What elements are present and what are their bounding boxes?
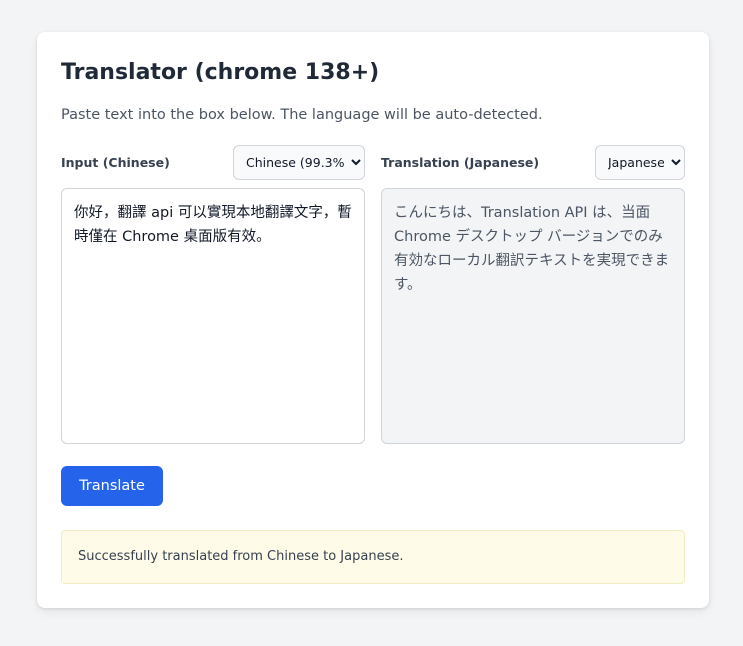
target-language-select[interactable]: Japanese	[595, 145, 685, 180]
page-title: Translator (chrome 138+)	[61, 60, 380, 85]
input-textarea[interactable]: 你好，翻譯 api 可以實現本地翻譯文字，暫時僅在 Chrome 桌面版有效。	[61, 188, 365, 444]
status-message: Successfully translated from Chinese to …	[61, 530, 685, 584]
translate-button[interactable]: Translate	[61, 466, 163, 506]
translator-card: Translator (chrome 138+) Paste text into…	[37, 32, 709, 608]
input-label: Input (Chinese)	[61, 155, 170, 170]
translation-output: こんにちは、Translation API は、当面 Chrome デスクトップ…	[381, 188, 685, 444]
source-language-select[interactable]: Chinese (99.3%)	[233, 145, 365, 180]
output-label: Translation (Japanese)	[381, 155, 540, 170]
page-subtitle: Paste text into the box below. The langu…	[61, 107, 543, 123]
